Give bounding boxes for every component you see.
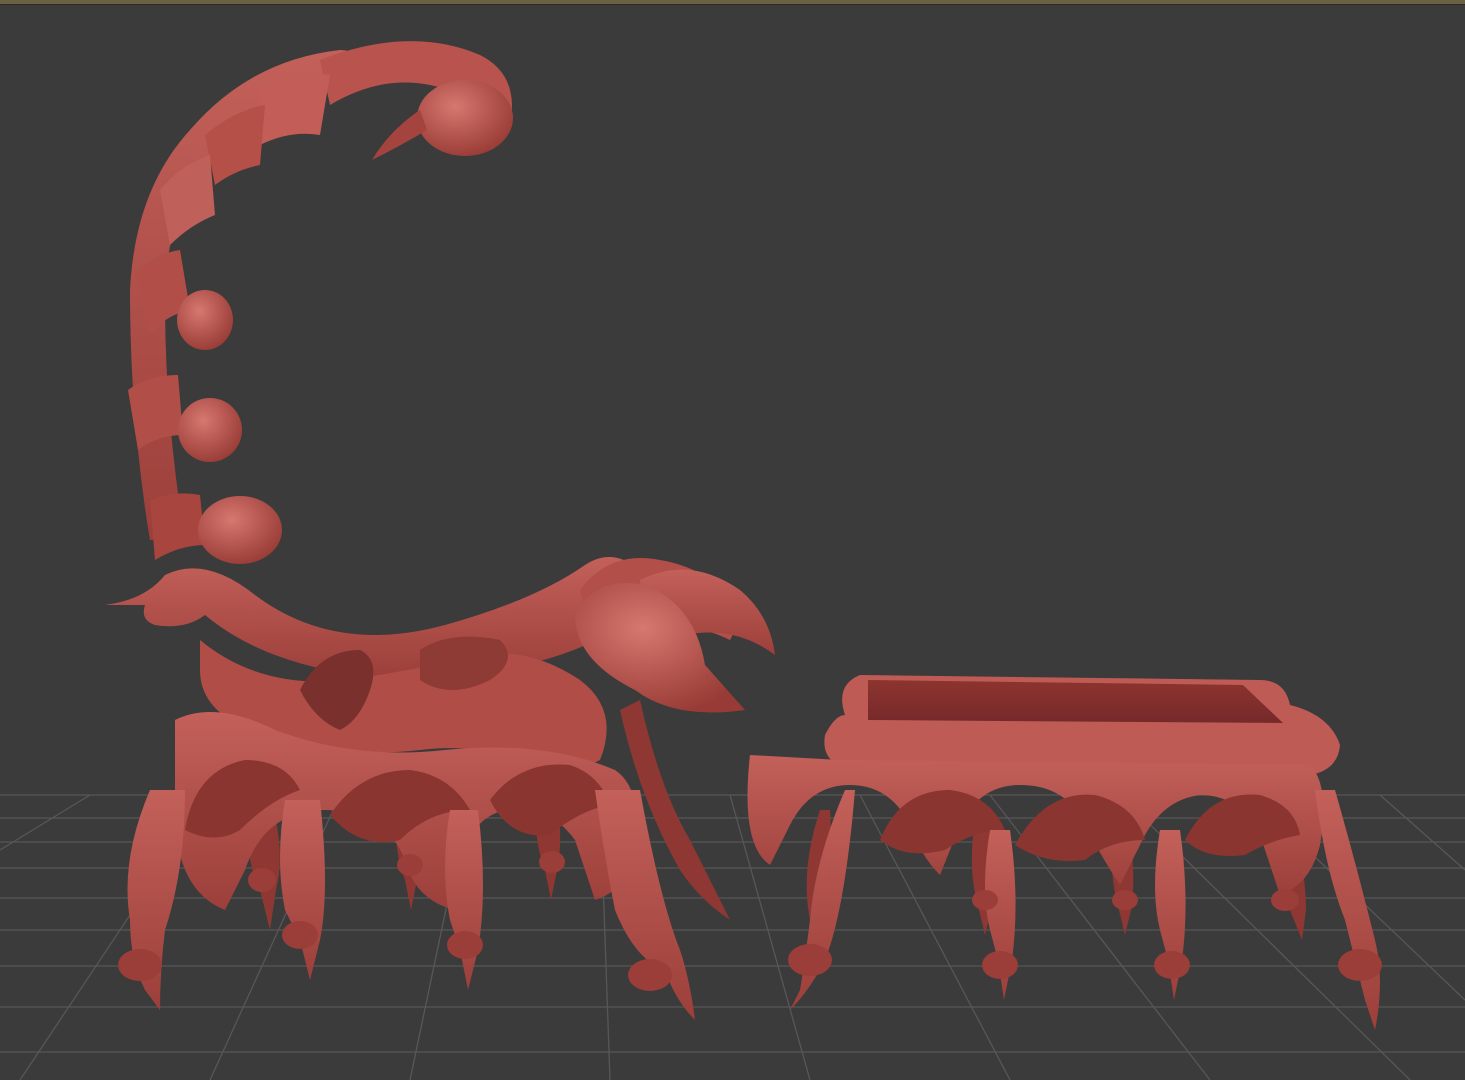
viewport-scene[interactable] (0, 0, 1465, 1080)
ottoman-top-surface (868, 680, 1283, 723)
chair-tail (128, 41, 513, 564)
chair-pincers (575, 558, 775, 713)
ottoman-claw-tips (788, 889, 1382, 981)
scorpion-ottoman[interactable] (747, 675, 1383, 1030)
3d-viewport[interactable] (0, 0, 1465, 1080)
ottoman-skirt-recesses (880, 790, 1300, 861)
scorpion-chair[interactable] (105, 41, 775, 1020)
